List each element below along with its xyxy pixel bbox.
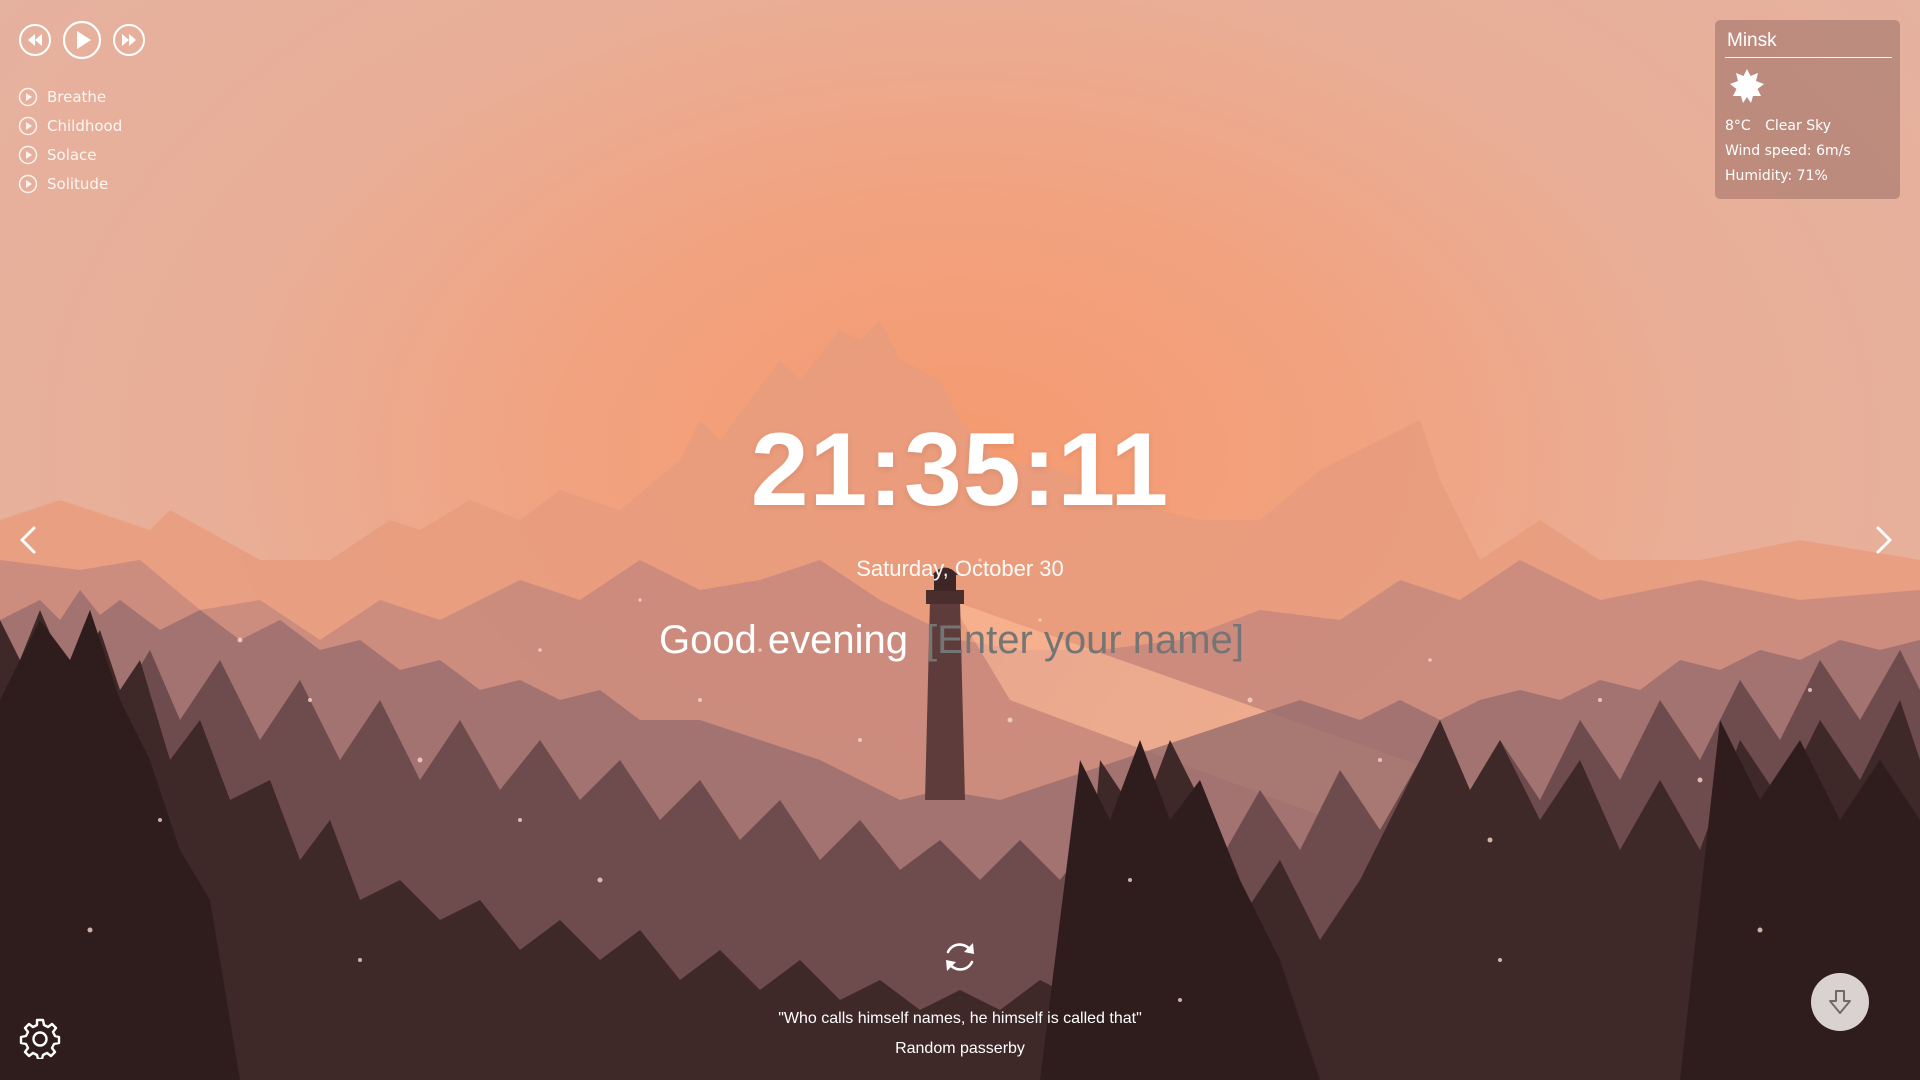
download-button[interactable] bbox=[1811, 973, 1869, 1031]
quote-text: "Who calls himself names, he himself is … bbox=[778, 1010, 1142, 1027]
arrow-down-icon bbox=[1829, 990, 1851, 1014]
audio-player: Breathe Childhood Solace Solitude bbox=[18, 20, 146, 198]
track-label: Breathe bbox=[47, 87, 107, 106]
clock-time: 21:35:11 bbox=[750, 412, 1170, 528]
settings-button[interactable] bbox=[19, 1017, 61, 1063]
gear-icon bbox=[19, 1018, 61, 1061]
play-icon bbox=[62, 20, 102, 60]
playlist-item-childhood[interactable]: Childhood bbox=[18, 111, 146, 140]
rewind-icon bbox=[19, 24, 51, 56]
change-quote-button[interactable] bbox=[940, 937, 980, 981]
chevron-left-icon bbox=[20, 526, 36, 554]
playlist-item-solace[interactable]: Solace bbox=[18, 140, 146, 169]
background-landscape bbox=[0, 320, 1920, 1080]
wind-speed: Wind speed: 6m/s bbox=[1725, 143, 1851, 159]
playlist-item-breathe[interactable]: Breathe bbox=[18, 82, 146, 111]
chevron-right-icon bbox=[1876, 526, 1892, 554]
track-label: Solitude bbox=[47, 174, 109, 193]
temperature: 8°C bbox=[1725, 118, 1751, 134]
playlist: Breathe Childhood Solace Solitude bbox=[18, 82, 146, 198]
track-label: Solace bbox=[47, 145, 97, 164]
city-input[interactable]: Minsk bbox=[1725, 30, 1892, 58]
play-item-icon bbox=[18, 174, 38, 194]
lighthouse bbox=[925, 567, 965, 800]
playlist-item-solitude[interactable]: Solitude bbox=[18, 169, 146, 198]
fast-forward-icon bbox=[113, 24, 145, 56]
name-input[interactable] bbox=[926, 618, 1262, 663]
play-item-icon bbox=[18, 116, 38, 136]
weather-widget: Minsk 8°C Clear Sky Wind speed: 6m/s Hum… bbox=[1715, 20, 1900, 199]
play-item-icon bbox=[18, 145, 38, 165]
greeting-container: Good evening bbox=[0, 613, 1920, 667]
next-track-button[interactable] bbox=[112, 23, 146, 57]
player-controls bbox=[18, 20, 146, 60]
prev-track-button[interactable] bbox=[18, 23, 52, 57]
weather-description: Clear Sky bbox=[1765, 118, 1831, 134]
refresh-icon bbox=[946, 943, 974, 971]
play-button[interactable] bbox=[62, 20, 102, 60]
clock-date: Saturday, October 30 bbox=[856, 556, 1064, 581]
humidity: Humidity: 71% bbox=[1725, 168, 1828, 184]
quote-author: Random passerby bbox=[895, 1040, 1025, 1057]
track-label: Childhood bbox=[47, 116, 123, 135]
greeting-text: Good evening bbox=[658, 618, 909, 662]
play-item-icon bbox=[18, 87, 38, 107]
clear-sky-icon bbox=[1729, 68, 1892, 112]
temperature-line: 8°C Clear Sky bbox=[1725, 118, 1892, 134]
